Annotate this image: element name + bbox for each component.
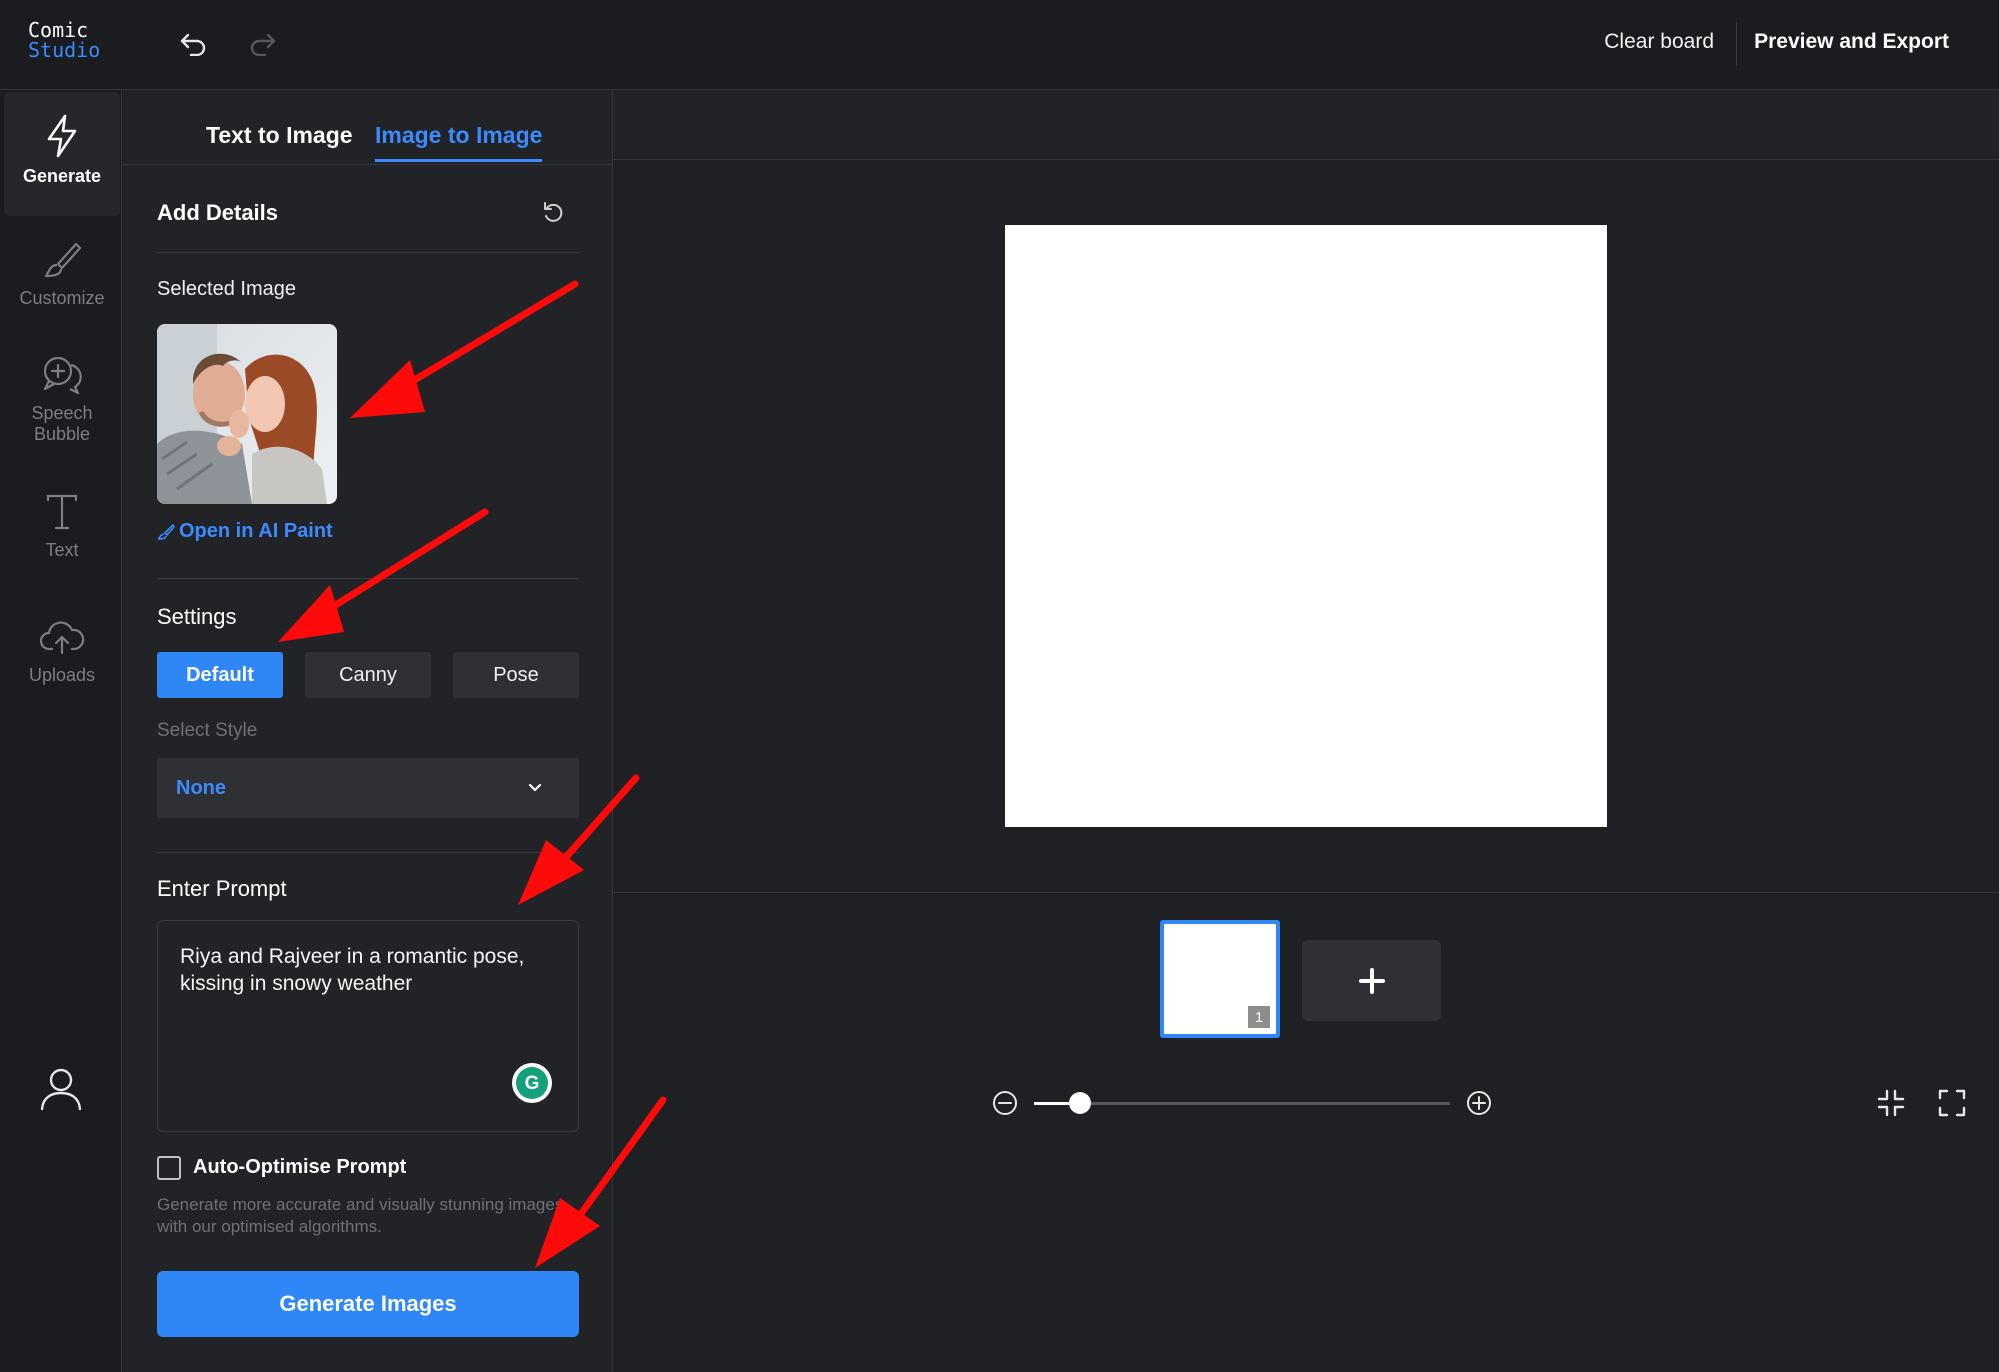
- page-thumbnail[interactable]: 1: [1160, 920, 1280, 1038]
- zoom-slider[interactable]: [1034, 1092, 1450, 1114]
- rail-item-speech-bubble[interactable]: Speech Bubble: [4, 355, 120, 475]
- redo-icon: [250, 33, 276, 56]
- tab-image-to-image[interactable]: Image to Image: [375, 122, 543, 162]
- app-logo[interactable]: Comic Studio: [28, 20, 100, 60]
- mode-default-button[interactable]: Default: [157, 652, 283, 698]
- profile-button[interactable]: [38, 1065, 84, 1111]
- grammarly-button[interactable]: G: [512, 1063, 552, 1103]
- fit-to-screen-button[interactable]: [1876, 1088, 1906, 1118]
- chevron-down-icon: [528, 783, 542, 792]
- generate-images-button[interactable]: Generate Images: [157, 1271, 579, 1337]
- page-number-badge: 1: [1248, 1006, 1270, 1028]
- fullscreen-button[interactable]: [1937, 1088, 1967, 1118]
- divider: [157, 578, 579, 579]
- redo-button[interactable]: [245, 26, 281, 62]
- plus-icon: [1358, 967, 1385, 994]
- divider: [157, 852, 579, 853]
- enter-prompt-heading: Enter Prompt: [157, 876, 287, 901]
- comic-page-canvas[interactable]: [1005, 225, 1607, 827]
- zoom-in-button[interactable]: [1464, 1088, 1494, 1118]
- speech-bubble-add-icon: [43, 356, 82, 395]
- top-bar: Comic Studio Clear board Preview and Exp…: [0, 0, 1999, 90]
- zoom-out-icon: [993, 1091, 1017, 1115]
- add-page-button[interactable]: [1302, 940, 1441, 1021]
- rail-item-customize[interactable]: Customize: [4, 240, 120, 340]
- couple-photo: [157, 324, 337, 504]
- paint-brush-icon: [157, 523, 175, 540]
- comic-studio-app: Comic Studio Clear board Preview and Exp…: [0, 0, 1999, 1372]
- style-select[interactable]: None: [157, 758, 579, 818]
- mode-pose-button[interactable]: Pose: [453, 652, 579, 698]
- auto-optimise-checkbox[interactable]: [157, 1156, 181, 1180]
- rail-item-generate[interactable]: Generate: [4, 92, 120, 216]
- tab-text-to-image[interactable]: Text to Image: [206, 122, 353, 149]
- fullscreen-icon: [1938, 1089, 1966, 1117]
- selected-image-label: Selected Image: [157, 278, 296, 300]
- tool-rail: Generate Customize Speech Bubble Text Up…: [0, 90, 122, 1372]
- zoom-slider-handle[interactable]: [1068, 1092, 1091, 1114]
- zoom-in-icon: [1467, 1091, 1491, 1115]
- zoom-out-button[interactable]: [990, 1088, 1020, 1118]
- divider: [157, 252, 579, 253]
- rail-label-uploads: Uploads: [28, 665, 96, 685]
- cloud-upload-icon: [39, 621, 85, 655]
- settings-heading: Settings: [157, 604, 237, 629]
- clear-board-button[interactable]: Clear board: [1604, 30, 1714, 54]
- add-details-heading: Add Details: [157, 200, 279, 225]
- user-icon: [40, 1068, 82, 1111]
- header-divider: [1736, 22, 1737, 66]
- canvas-area: 1: [614, 90, 1999, 1372]
- logo-line-1: Comic: [28, 18, 89, 42]
- auto-optimise-helper-text: Generate more accurate and visually stun…: [157, 1195, 564, 1236]
- prompt-textarea[interactable]: Riya and Rajveer in a romantic pose, kis…: [157, 920, 579, 1132]
- generate-panel: Text to Image Image to Image Add Details…: [123, 90, 613, 1372]
- reset-icon: [544, 202, 563, 222]
- reset-button[interactable]: [541, 200, 571, 230]
- canvas-toolbar: [614, 90, 1999, 160]
- logo-line-2: Studio: [28, 38, 101, 62]
- open-in-ai-paint-link[interactable]: Open in AI Paint: [157, 520, 333, 543]
- preview-export-button[interactable]: Preview and Export: [1754, 30, 1949, 54]
- panel-tabs: Text to Image Image to Image: [123, 90, 613, 165]
- undo-button[interactable]: [175, 26, 211, 62]
- mode-canny-button[interactable]: Canny: [305, 652, 431, 698]
- rail-label-generate: Generate: [22, 166, 102, 186]
- style-select-value: None: [176, 777, 226, 799]
- rail-item-uploads[interactable]: Uploads: [4, 617, 120, 717]
- collapse-icon: [1877, 1089, 1905, 1117]
- prompt-text: Riya and Rajveer in a romantic pose, kis…: [180, 945, 525, 995]
- rail-label-speech-bubble: Speech Bubble: [31, 403, 93, 444]
- auto-optimise-label[interactable]: Auto-Optimise Prompt: [193, 1156, 406, 1179]
- brush-icon: [44, 242, 82, 278]
- text-t-icon: [46, 494, 78, 530]
- rail-label-customize: Customize: [19, 288, 105, 308]
- lightning-icon: [47, 114, 77, 158]
- select-style-label: Select Style: [157, 720, 258, 741]
- rail-label-text: Text: [45, 540, 79, 560]
- rail-item-text[interactable]: Text: [4, 492, 120, 592]
- selected-image-thumbnail[interactable]: [157, 324, 337, 504]
- open-in-ai-paint-label: Open in AI Paint: [179, 520, 333, 542]
- undo-icon: [180, 33, 206, 56]
- grammarly-icon: G: [516, 1067, 548, 1099]
